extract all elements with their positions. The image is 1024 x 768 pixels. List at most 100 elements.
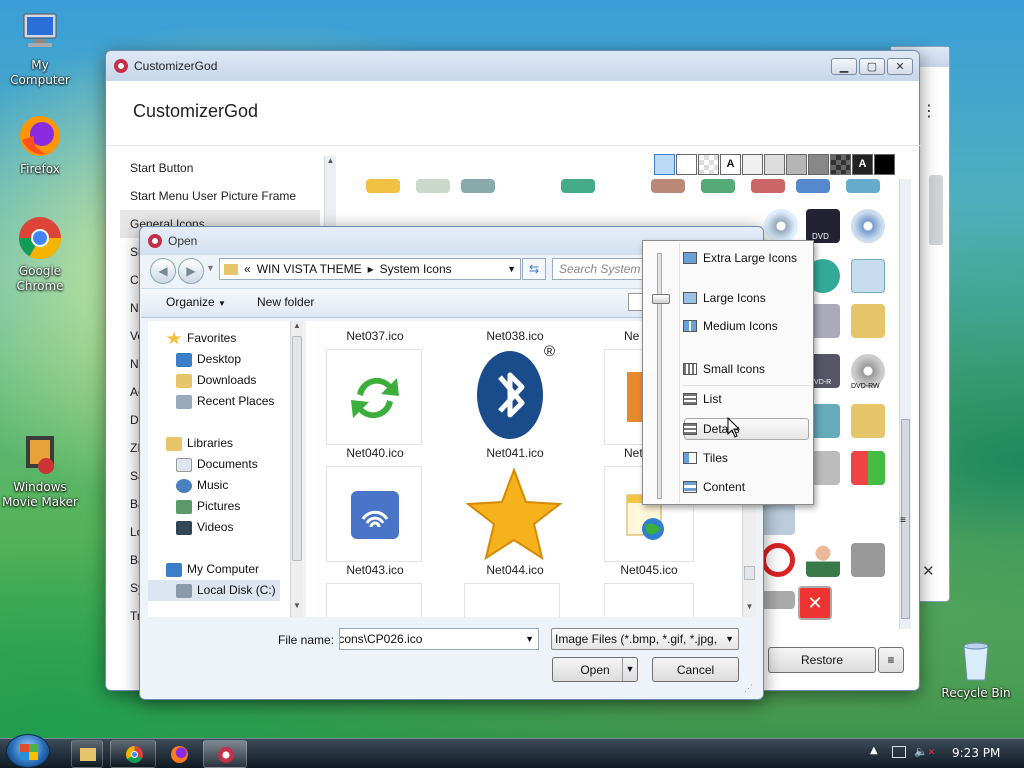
view-option-tiles[interactable]: Tiles [683, 446, 808, 470]
start-button[interactable] [6, 734, 50, 768]
title-bar[interactable]: CustomizerGod ▁ ▢ ✕ [106, 51, 919, 81]
network-icon[interactable] [561, 179, 595, 193]
sidebar-libraries[interactable]: Libraries [166, 433, 233, 454]
cd-icon[interactable] [764, 209, 798, 243]
swatch[interactable] [764, 154, 785, 175]
view-option-small-icons[interactable]: Small Icons [683, 357, 808, 381]
file-tile[interactable] [604, 583, 694, 617]
file-tile[interactable] [326, 466, 422, 562]
file-label[interactable]: Net044.ico [460, 563, 570, 577]
nav-item-start-menu-picture-frame[interactable]: Start Menu User Picture Frame [120, 182, 320, 210]
swatch[interactable] [698, 154, 719, 175]
key-icon[interactable] [761, 591, 795, 609]
sidebar-item-desktop[interactable]: Desktop [176, 349, 241, 370]
close-icon[interactable]: ✕ [922, 562, 935, 580]
view-size-slider-track[interactable] [657, 253, 662, 499]
desktop-icon-my-computer[interactable]: My Computer [0, 8, 80, 88]
file-label[interactable]: Net040.ico [320, 446, 430, 460]
nav-item-start-button[interactable]: Start Button [120, 154, 320, 182]
view-option-details[interactable]: Details [683, 417, 808, 441]
navigation-pane-scrollbar[interactable]: ▲ ▼ [290, 321, 303, 617]
close-button[interactable]: ✕ [887, 57, 913, 75]
swatch[interactable] [808, 154, 829, 175]
show-hidden-icons-icon[interactable]: ▲ [870, 745, 878, 756]
cd-icon[interactable] [851, 209, 885, 243]
taskbar-firefox-button[interactable] [160, 740, 196, 768]
view-option-content[interactable]: Content [683, 475, 808, 499]
address-bar[interactable]: « WIN VISTA THEME ▸ System Icons ▼ [219, 258, 521, 280]
file-tile[interactable] [464, 583, 560, 617]
refresh-button[interactable]: ⇆ [522, 258, 546, 280]
desktop-icon-recycle-bin[interactable]: Recycle Bin [936, 636, 1016, 701]
swatch[interactable] [830, 154, 851, 175]
star-icon[interactable] [366, 179, 400, 193]
dvd-rw-icon[interactable]: DVD-RW [851, 354, 885, 390]
maximize-button[interactable]: ▢ [859, 57, 885, 75]
back-button[interactable]: ◀ [150, 258, 176, 284]
view-option-list[interactable]: List [683, 387, 808, 411]
monitor-icon[interactable] [761, 501, 795, 535]
file-type-select[interactable]: Image Files (*.bmp, *.gif, *.jpg, ▼ [551, 628, 739, 650]
swatch[interactable] [654, 154, 675, 175]
filename-input[interactable]: Icons\CP026.ico ▼ [339, 628, 539, 650]
organize-button[interactable]: Organize ▼ [166, 295, 226, 309]
user-icon[interactable] [806, 543, 840, 577]
desktop-icon-firefox[interactable]: Firefox [0, 112, 80, 177]
windows-logo-icon[interactable] [851, 451, 885, 485]
file-tile[interactable] [326, 583, 422, 617]
forward-button[interactable]: ▶ [178, 258, 204, 284]
house-icon[interactable] [751, 179, 785, 193]
taskbar-customizergod-button[interactable] [203, 740, 247, 768]
view-size-slider-thumb[interactable] [652, 294, 670, 304]
swatch[interactable]: A [852, 154, 873, 175]
breadcrumb-overflow[interactable]: « [244, 262, 251, 276]
sidebar-my-computer[interactable]: My Computer [166, 559, 259, 580]
scrollbar-thumb[interactable] [929, 175, 943, 245]
open-button[interactable]: Open ▼ [552, 657, 638, 682]
folder-icon[interactable] [851, 304, 885, 338]
keyboard-icon[interactable] [416, 179, 450, 193]
picture-icon[interactable] [651, 179, 685, 193]
users-icon[interactable] [796, 179, 830, 193]
file-label[interactable]: Net045.ico [594, 563, 704, 577]
tools-icon[interactable] [851, 543, 885, 577]
taskbar-explorer-button[interactable] [71, 740, 103, 768]
network-icon[interactable] [892, 746, 906, 758]
folder-download-icon[interactable] [851, 404, 885, 438]
menu-button[interactable]: ≡ [878, 647, 904, 673]
cancel-button[interactable]: Cancel [652, 657, 739, 682]
file-tile[interactable]: ® [476, 343, 555, 445]
breadcrumb-item[interactable]: System Icons [380, 262, 452, 276]
open-split-dropdown-icon[interactable]: ▼ [622, 658, 637, 681]
file-label[interactable]: Net041.ico [460, 446, 570, 460]
globe-icon[interactable] [701, 179, 735, 193]
swatch[interactable] [874, 154, 895, 175]
desktop-icon-movie-maker[interactable]: Windows Movie Maker [0, 430, 80, 510]
swatch[interactable] [786, 154, 807, 175]
more-icon[interactable]: ⋮ [921, 101, 937, 120]
minimize-button[interactable]: ▁ [831, 57, 857, 75]
swatch[interactable] [742, 154, 763, 175]
users-icon[interactable] [846, 179, 880, 193]
filename-dropdown-icon[interactable]: ▼ [525, 629, 534, 649]
history-dropdown-icon[interactable]: ▼ [206, 263, 215, 273]
swatch[interactable] [676, 154, 697, 175]
sidebar-item-local-disk[interactable]: Local Disk (C:) [148, 580, 280, 601]
swatch[interactable]: A [720, 154, 741, 175]
breadcrumb-item[interactable]: WIN VISTA THEME [257, 262, 362, 276]
sidebar-item-documents[interactable]: Documents [176, 454, 258, 475]
error-icon[interactable]: ✕ [798, 586, 832, 620]
volume-muted-icon[interactable]: 🔈✕ [914, 745, 935, 758]
file-tile[interactable] [326, 349, 422, 445]
new-folder-button[interactable]: New folder [257, 295, 314, 309]
file-tile[interactable] [465, 466, 563, 562]
sidebar-item-music[interactable]: Music [176, 475, 228, 496]
sidebar-item-recent-places[interactable]: Recent Places [176, 391, 274, 412]
clock[interactable]: 9:23 PM [952, 746, 1000, 760]
view-option-extra-large-icons[interactable]: Extra Large Icons [683, 246, 808, 270]
address-dropdown-icon[interactable]: ▼ [507, 264, 516, 274]
prohibited-icon[interactable] [761, 543, 795, 577]
sidebar-favorites[interactable]: Favorites [166, 328, 236, 349]
printer-icon[interactable] [461, 179, 495, 193]
desktop-icon-chrome[interactable]: Google Chrome [0, 214, 80, 294]
